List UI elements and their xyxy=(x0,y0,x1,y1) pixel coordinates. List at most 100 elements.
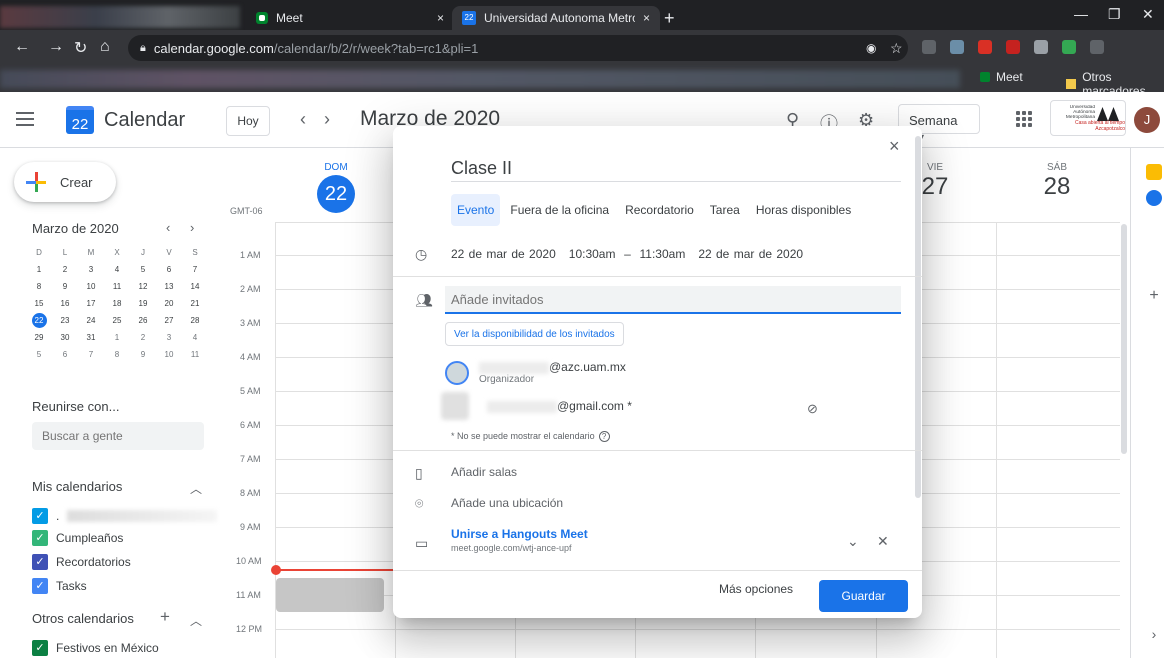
mini-day[interactable]: 12 xyxy=(130,278,156,295)
day-header-sunday[interactable]: DOM 22 xyxy=(306,162,366,213)
today-button[interactable]: Hoy xyxy=(226,106,270,136)
save-button[interactable]: Guardar xyxy=(819,580,908,612)
bookmark-meet[interactable]: Meet xyxy=(980,70,1023,84)
tab-out-of-office[interactable]: Fuera de la oficina xyxy=(504,194,615,226)
grid-scrollbar[interactable] xyxy=(1121,224,1127,454)
start-time[interactable]: 10:30am xyxy=(569,247,616,261)
mini-day[interactable]: 25 xyxy=(104,312,130,329)
more-options-button[interactable]: Más opciones xyxy=(719,582,793,596)
calendar-item[interactable]: ✓ Cumpleaños xyxy=(32,530,123,546)
mini-day[interactable]: 15 xyxy=(26,295,52,312)
mini-next-icon[interactable]: › xyxy=(190,220,194,235)
home-icon[interactable]: ⌂ xyxy=(100,38,110,56)
mini-day[interactable]: 6 xyxy=(52,346,78,363)
close-icon[interactable]: × xyxy=(889,136,900,157)
forward-icon[interactable]: → xyxy=(48,38,64,56)
pocket-extension-icon[interactable] xyxy=(1006,40,1020,54)
mini-day[interactable]: 13 xyxy=(156,278,182,295)
day-header-saturday[interactable]: SÁB 28 xyxy=(1027,162,1087,201)
calendar-item[interactable]: ✓ Tasks xyxy=(32,578,87,594)
add-addon-icon[interactable]: + xyxy=(1146,288,1162,304)
mini-day[interactable]: 14 xyxy=(182,278,208,295)
dialog-scrollbar[interactable] xyxy=(915,136,921,498)
add-guests-input[interactable] xyxy=(445,286,901,314)
mini-day[interactable]: 23 xyxy=(52,312,78,329)
mini-day[interactable]: 8 xyxy=(104,346,130,363)
checkbox-checked-icon[interactable]: ✓ xyxy=(32,640,48,656)
mini-day[interactable]: 27 xyxy=(156,312,182,329)
chevron-down-icon[interactable]: ⌄ xyxy=(847,533,859,550)
reload-icon[interactable]: ↻ xyxy=(74,38,87,58)
mini-day[interactable]: 2 xyxy=(130,329,156,346)
next-week-icon[interactable]: › xyxy=(324,109,330,130)
minimize-icon[interactable]: — xyxy=(1074,6,1088,22)
avatar[interactable]: J xyxy=(1134,107,1160,133)
search-people-input[interactable] xyxy=(32,422,204,450)
end-date[interactable]: 22 de mar de 2020 xyxy=(698,247,803,261)
guest-organizer[interactable]: @azc.uam.mx Organizador xyxy=(445,360,626,385)
restore-icon[interactable]: ❐ xyxy=(1108,6,1121,23)
add-calendar-icon[interactable]: + xyxy=(160,607,170,627)
mini-day[interactable]: 21 xyxy=(182,295,208,312)
mini-day[interactable]: 16 xyxy=(52,295,78,312)
extension-icon[interactable] xyxy=(922,40,936,54)
draft-event-block[interactable] xyxy=(276,578,384,612)
mini-day[interactable]: 5 xyxy=(130,261,156,278)
mini-day[interactable]: 26 xyxy=(130,312,156,329)
mini-day[interactable]: 29 xyxy=(26,329,52,346)
pdf-extension-icon[interactable] xyxy=(978,40,992,54)
tab-meet[interactable]: Meet × xyxy=(246,6,454,30)
mini-prev-icon[interactable]: ‹ xyxy=(166,220,170,235)
mini-day[interactable]: 18 xyxy=(104,295,130,312)
mini-day[interactable]: 7 xyxy=(78,346,104,363)
mini-day[interactable]: 5 xyxy=(26,346,52,363)
chevron-up-icon[interactable]: ︿ xyxy=(190,480,202,497)
mini-day[interactable]: 30 xyxy=(52,329,78,346)
star-icon[interactable]: ☆ xyxy=(890,40,903,57)
tab-available-hours[interactable]: Horas disponibles xyxy=(750,194,857,226)
close-icon[interactable]: × xyxy=(643,11,650,25)
main-menu-icon[interactable] xyxy=(16,112,34,126)
close-icon[interactable]: × xyxy=(437,11,444,25)
remove-meet-icon[interactable]: ✕ xyxy=(877,533,889,550)
mini-day[interactable]: 8 xyxy=(26,278,52,295)
extension-icon[interactable] xyxy=(1090,40,1104,54)
extension-icon[interactable] xyxy=(1062,40,1076,54)
mini-day[interactable]: 6 xyxy=(156,261,182,278)
org-logo[interactable]: Universidad Autónoma Metropolitana Casa … xyxy=(1050,100,1126,136)
checkbox-checked-icon[interactable]: ✓ xyxy=(32,578,48,594)
mini-day[interactable]: 1 xyxy=(104,329,130,346)
mini-day[interactable]: 9 xyxy=(130,346,156,363)
start-date[interactable]: 22 de mar de 2020 xyxy=(451,247,556,261)
mini-day[interactable]: 7 xyxy=(182,261,208,278)
mini-day[interactable]: 1 xyxy=(26,261,52,278)
create-button[interactable]: Crear xyxy=(14,162,116,202)
chevron-right-icon[interactable]: › xyxy=(1146,626,1162,642)
mini-day[interactable]: 19 xyxy=(130,295,156,312)
keep-icon[interactable] xyxy=(1146,164,1162,180)
checkbox-checked-icon[interactable]: ✓ xyxy=(32,554,48,570)
tasks-icon[interactable] xyxy=(1146,190,1162,206)
join-meet-link[interactable]: Unirse a Hangouts Meet xyxy=(451,527,588,541)
new-tab-button[interactable]: + xyxy=(664,8,675,29)
add-location[interactable]: Añade una ubicación xyxy=(451,496,563,510)
help-icon[interactable]: ? xyxy=(598,431,610,442)
mini-day[interactable]: 11 xyxy=(104,278,130,295)
calendar-item[interactable]: ✓ Festivos en México xyxy=(32,640,159,656)
tab-event[interactable]: Evento xyxy=(451,194,501,226)
other-calendars-title[interactable]: Otros calendarios xyxy=(32,611,134,626)
calendar-item[interactable]: ✓ Recordatorios xyxy=(32,554,131,570)
end-time[interactable]: 11:30am xyxy=(640,247,686,261)
mini-day[interactable]: 31 xyxy=(78,329,104,346)
extension-icon[interactable] xyxy=(950,40,964,54)
mini-day[interactable]: 3 xyxy=(156,329,182,346)
tab-calendar[interactable]: 22 Universidad Autonoma Metropol × xyxy=(452,6,660,30)
chevron-up-icon[interactable]: ︿ xyxy=(190,612,202,629)
event-title-input[interactable]: Clase II xyxy=(451,158,901,182)
tab-task[interactable]: Tarea xyxy=(704,194,746,226)
checkbox-checked-icon[interactable]: ✓ xyxy=(32,530,48,546)
mini-day[interactable]: 17 xyxy=(78,295,104,312)
mini-day[interactable]: 11 xyxy=(182,346,208,363)
checkbox-checked-icon[interactable]: ✓ xyxy=(32,508,48,524)
mini-day[interactable]: 20 xyxy=(156,295,182,312)
